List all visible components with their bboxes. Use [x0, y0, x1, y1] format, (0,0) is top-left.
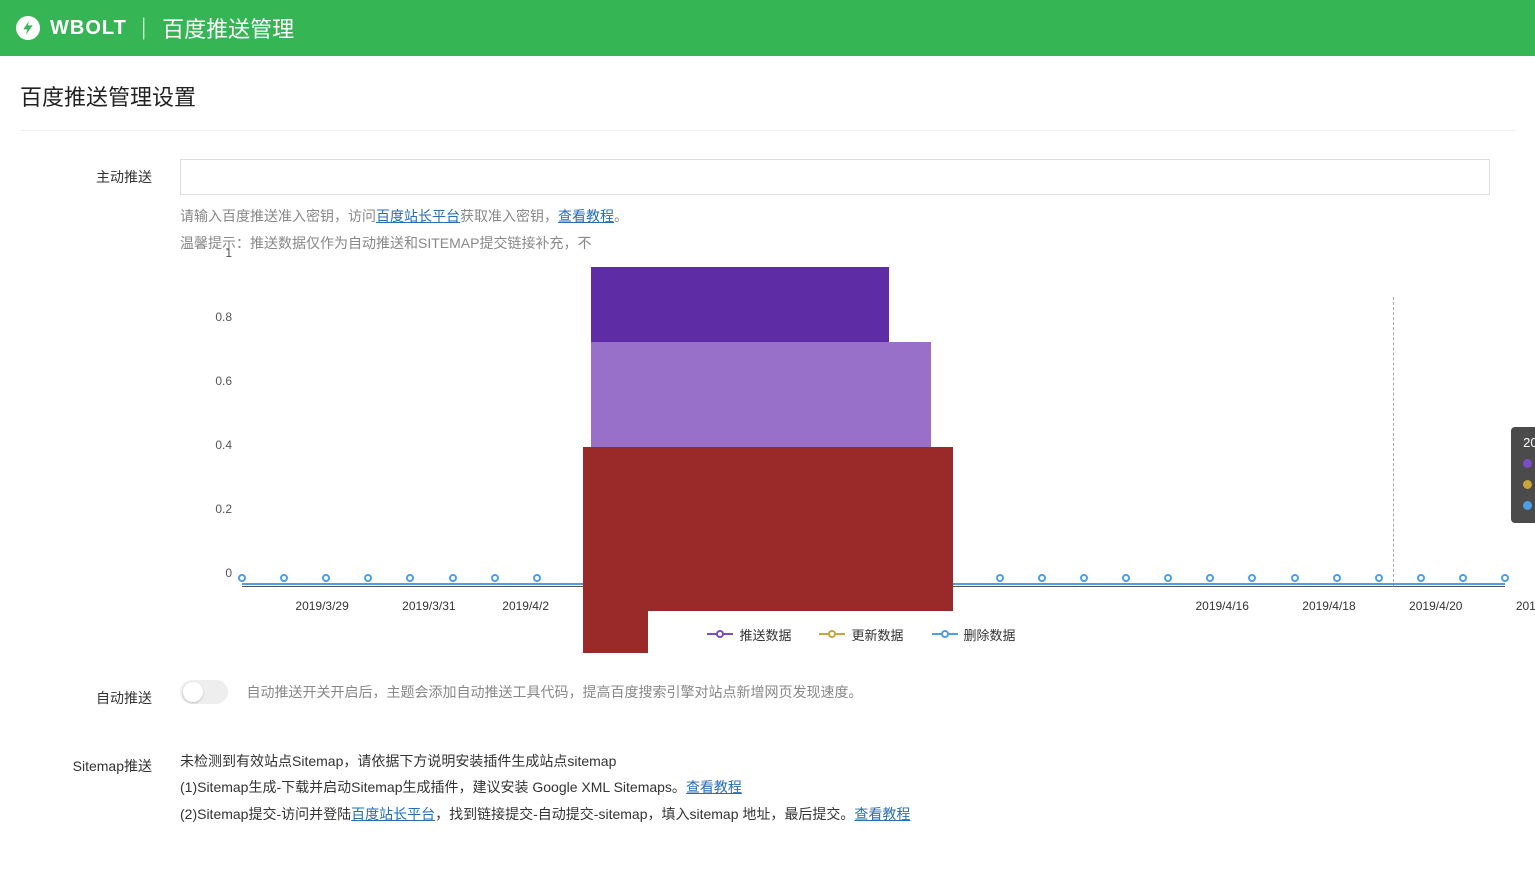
active-push-label: 主动推送: [20, 159, 180, 187]
topbar: WBOLT │ 百度推送管理: [0, 0, 1535, 56]
active-push-help: 请输入百度推送准入密钥，访问百度站长平台获取准入密钥，查看教程。: [180, 205, 1515, 229]
push-chart[interactable]: 00.20.40.60.81 2019/3/282019/3/292019/3/…: [208, 267, 1515, 644]
data-point: [1080, 574, 1088, 582]
y-tick: 0: [225, 566, 232, 580]
data-point: [1375, 574, 1383, 582]
active-push-row: 主动推送 请输入百度推送准入密钥，访问百度站长平台获取准入密钥，查看教程。 温馨…: [20, 159, 1515, 253]
tooltip-row-update: 更新数据: 0: [1523, 475, 1535, 494]
tooltip-row-push: 推送数据: 0: [1523, 454, 1535, 473]
overlay-block-red-small: [583, 611, 648, 653]
sitemap-baidu-link[interactable]: 百度站长平台: [351, 806, 435, 822]
page-title: 百度推送管理设置: [20, 80, 1515, 131]
sitemap-line3-pre: (2)Sitemap提交-访问并登陆: [180, 806, 351, 822]
data-point: [406, 574, 414, 582]
y-tick: 1: [225, 246, 232, 260]
legend-delete[interactable]: 删除数据: [932, 625, 1016, 644]
data-point: [1164, 574, 1172, 582]
auto-push-row: 自动推送 自动推送开关开启后，主题会添加自动推送工具代码，提高百度搜索引擎对站点…: [20, 680, 1515, 708]
chart-y-axis: 00.20.40.60.81: [208, 267, 238, 587]
data-point: [322, 574, 330, 582]
dot-blue-icon: [1523, 501, 1532, 510]
data-point: [280, 574, 288, 582]
sitemap-tutorial2-link[interactable]: 查看教程: [854, 806, 910, 822]
baidu-platform-link[interactable]: 百度站长平台: [376, 208, 460, 224]
x-tick: 2019/4/18: [1302, 599, 1355, 613]
x-tick: 2019/4/22: [1516, 599, 1535, 613]
data-point: [1459, 574, 1467, 582]
chart-tooltip: 2019/4/16 推送数据: 0 更新数据: 0 删除数据: 0: [1511, 427, 1535, 523]
sitemap-line1: 未检测到有效站点Sitemap，请依据下方说明安装插件生成站点sitemap: [180, 748, 1515, 775]
auto-push-label: 自动推送: [20, 680, 180, 708]
auto-push-desc: 自动推送开关开启后，主题会添加自动推送工具代码，提高百度搜索引擎对站点新增网页发…: [246, 684, 862, 700]
y-tick: 0.6: [215, 374, 232, 388]
auto-push-toggle[interactable]: [180, 680, 228, 704]
header-subtitle: 百度推送管理: [162, 12, 294, 44]
y-tick: 0.2: [215, 502, 232, 516]
help-suffix: 。: [614, 208, 628, 224]
data-point: [491, 574, 499, 582]
data-point: [449, 574, 457, 582]
tooltip-row-delete: 删除数据: 0: [1523, 496, 1535, 515]
data-point: [1038, 574, 1046, 582]
data-point: [1206, 574, 1214, 582]
x-tick: 2019/4/2: [502, 599, 549, 613]
data-point: [1501, 574, 1509, 582]
sitemap-line2-pre: (1)Sitemap生成-下载并启动Sitemap生成插件，建议安装 Googl…: [180, 779, 686, 795]
data-point: [1333, 574, 1341, 582]
data-point: [238, 574, 246, 582]
y-tick: 0.4: [215, 438, 232, 452]
chart-legend: 推送数据 更新数据 删除数据: [208, 625, 1515, 644]
dot-purple-icon: [1523, 459, 1532, 468]
chart-guide-line: [1393, 297, 1394, 587]
sitemap-row: Sitemap推送 未检测到有效站点Sitemap，请依据下方说明安装插件生成站…: [20, 748, 1515, 828]
overlay-block-red: [583, 447, 953, 611]
x-tick: 2019/3/31: [402, 599, 455, 613]
legend-push[interactable]: 推送数据: [707, 625, 791, 644]
bolt-icon: [16, 16, 40, 40]
x-tick: 2019/3/29: [295, 599, 348, 613]
data-point: [1291, 574, 1299, 582]
x-tick: 2019/4/20: [1409, 599, 1462, 613]
data-point: [996, 574, 1004, 582]
tooltip-date: 2019/4/16: [1523, 435, 1535, 450]
legend-push-label: 推送数据: [739, 625, 791, 644]
legend-update-label: 更新数据: [851, 625, 903, 644]
data-point: [533, 574, 541, 582]
sitemap-line3-mid: ，找到链接提交-自动提交-sitemap，填入sitemap 地址，最后提交。: [435, 806, 854, 822]
brand-text: WBOLT: [50, 17, 127, 40]
y-tick: 0.8: [215, 310, 232, 324]
view-tutorial-link[interactable]: 查看教程: [558, 208, 614, 224]
active-push-hint: 温馨提示：推送数据仅作为自动推送和SITEMAP提交链接补充，不: [180, 233, 1515, 253]
data-point: [1417, 574, 1425, 582]
data-point: [364, 574, 372, 582]
help-prefix: 请输入百度推送准入密钥，访问: [180, 208, 376, 224]
legend-delete-label: 删除数据: [964, 625, 1016, 644]
x-tick: 2019/4/16: [1195, 599, 1248, 613]
help-mid: 获取准入密钥，: [460, 208, 558, 224]
sitemap-label: Sitemap推送: [20, 748, 180, 776]
data-point: [1248, 574, 1256, 582]
sitemap-line2: (1)Sitemap生成-下载并启动Sitemap生成插件，建议安装 Googl…: [180, 774, 1515, 801]
legend-update[interactable]: 更新数据: [819, 625, 903, 644]
active-push-input[interactable]: [180, 159, 1490, 195]
data-point: [1122, 574, 1130, 582]
header-divider: │: [139, 18, 150, 39]
dot-yellow-icon: [1523, 480, 1532, 489]
sitemap-tutorial1-link[interactable]: 查看教程: [686, 779, 742, 795]
sitemap-line3: (2)Sitemap提交-访问并登陆百度站长平台，找到链接提交-自动提交-sit…: [180, 801, 1515, 828]
